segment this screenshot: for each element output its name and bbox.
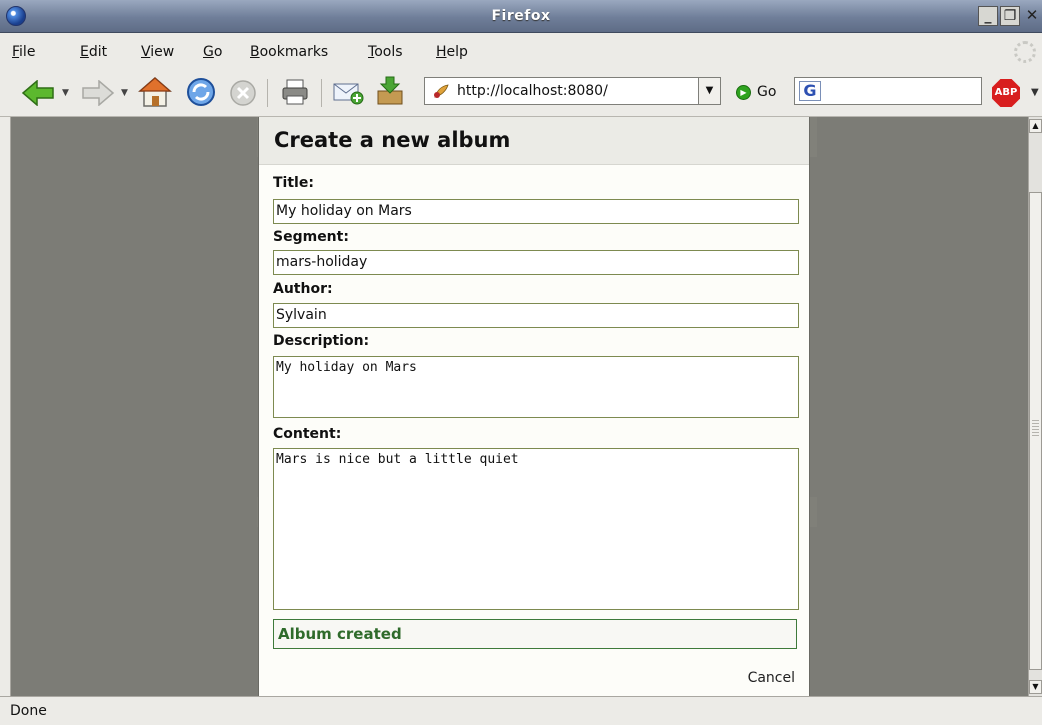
content-label: Content:: [273, 426, 342, 442]
window-title: Firefox: [491, 8, 551, 24]
left-frame-border: [0, 117, 11, 696]
back-history-arrow-icon[interactable]: ▼: [62, 88, 69, 98]
back-button[interactable]: [18, 78, 58, 108]
minimize-button[interactable]: _: [978, 6, 998, 26]
close-button[interactable]: ✕: [1022, 6, 1042, 26]
new-mail-button[interactable]: [331, 77, 365, 107]
description-label: Description:: [273, 333, 370, 349]
dialog-title: Create a new album: [274, 128, 511, 152]
segment-label: Segment:: [273, 229, 349, 245]
scroll-down-arrow-icon[interactable]: ▼: [1029, 680, 1042, 694]
maximize-button[interactable]: ❐: [1000, 6, 1020, 26]
url-text: http://localhost:8080/: [457, 83, 608, 99]
home-button[interactable]: [137, 77, 173, 107]
segment-field[interactable]: mars-holiday: [273, 250, 799, 275]
home-icon: [138, 77, 172, 107]
status-bar: Done: [0, 696, 1042, 725]
downloads-button[interactable]: [373, 76, 407, 106]
url-input[interactable]: http://localhost:8080/: [424, 77, 699, 105]
menu-view[interactable]: View: [141, 44, 174, 60]
go-label: Go: [757, 84, 777, 100]
menu-edit[interactable]: Edit: [80, 44, 107, 60]
description-textarea[interactable]: My holiday on Mars: [273, 356, 799, 418]
scrollbar-grip: [1032, 420, 1039, 436]
forward-history-arrow-icon[interactable]: ▼: [121, 88, 128, 98]
toolbar-separator: [321, 79, 322, 107]
scroll-up-arrow-icon[interactable]: ▲: [1029, 119, 1042, 133]
menu-bookmarks[interactable]: Bookmarks: [250, 44, 328, 60]
adblock-icon[interactable]: ABP: [992, 79, 1020, 107]
print-icon: [282, 79, 308, 105]
window-titlebar: Firefox _ ❐ ✕: [0, 0, 1042, 33]
adblock-menu-arrow-icon[interactable]: ▼: [1031, 87, 1039, 98]
title-field[interactable]: My holiday on Mars: [273, 199, 799, 224]
menu-file[interactable]: File: [12, 44, 35, 60]
title-label: Title:: [273, 175, 314, 191]
forward-button[interactable]: [78, 78, 118, 108]
toolbar-separator: [267, 79, 268, 107]
url-history-dropdown[interactable]: ▼: [699, 77, 721, 105]
site-leaf-icon: [434, 84, 449, 98]
new-mail-icon: [333, 83, 364, 105]
menu-bar: File Edit View Go Bookmarks Tools Help: [0, 33, 1042, 69]
menu-go[interactable]: Go: [203, 44, 222, 60]
downloads-icon: [377, 76, 403, 105]
reload-icon: [187, 78, 215, 106]
create-album-dialog: Create a new album Title: My holiday on …: [258, 117, 810, 696]
menu-tools[interactable]: Tools: [368, 44, 403, 60]
stop-button[interactable]: [227, 78, 259, 108]
forward-icon: [82, 80, 115, 106]
go-button[interactable]: ▶ Go: [736, 84, 776, 100]
content-textarea[interactable]: Mars is nice but a little quiet: [273, 448, 799, 610]
search-input[interactable]: G: [794, 77, 982, 105]
author-label: Author:: [273, 281, 333, 297]
go-icon: ▶: [736, 84, 751, 100]
status-text: Done: [10, 703, 47, 719]
print-button[interactable]: [278, 77, 312, 107]
stop-icon: [230, 80, 256, 106]
cancel-link[interactable]: Cancel: [748, 670, 795, 686]
activity-throbber-icon: [1014, 41, 1036, 63]
vertical-scrollbar[interactable]: ▲ ▼: [1028, 117, 1042, 696]
google-icon[interactable]: G: [799, 81, 821, 101]
dialog-header: Create a new album: [259, 117, 809, 165]
reload-button[interactable]: [183, 77, 219, 107]
back-icon: [21, 80, 54, 106]
status-message: Album created: [273, 619, 797, 649]
author-field[interactable]: Sylvain: [273, 303, 799, 328]
menu-help[interactable]: Help: [436, 44, 468, 60]
